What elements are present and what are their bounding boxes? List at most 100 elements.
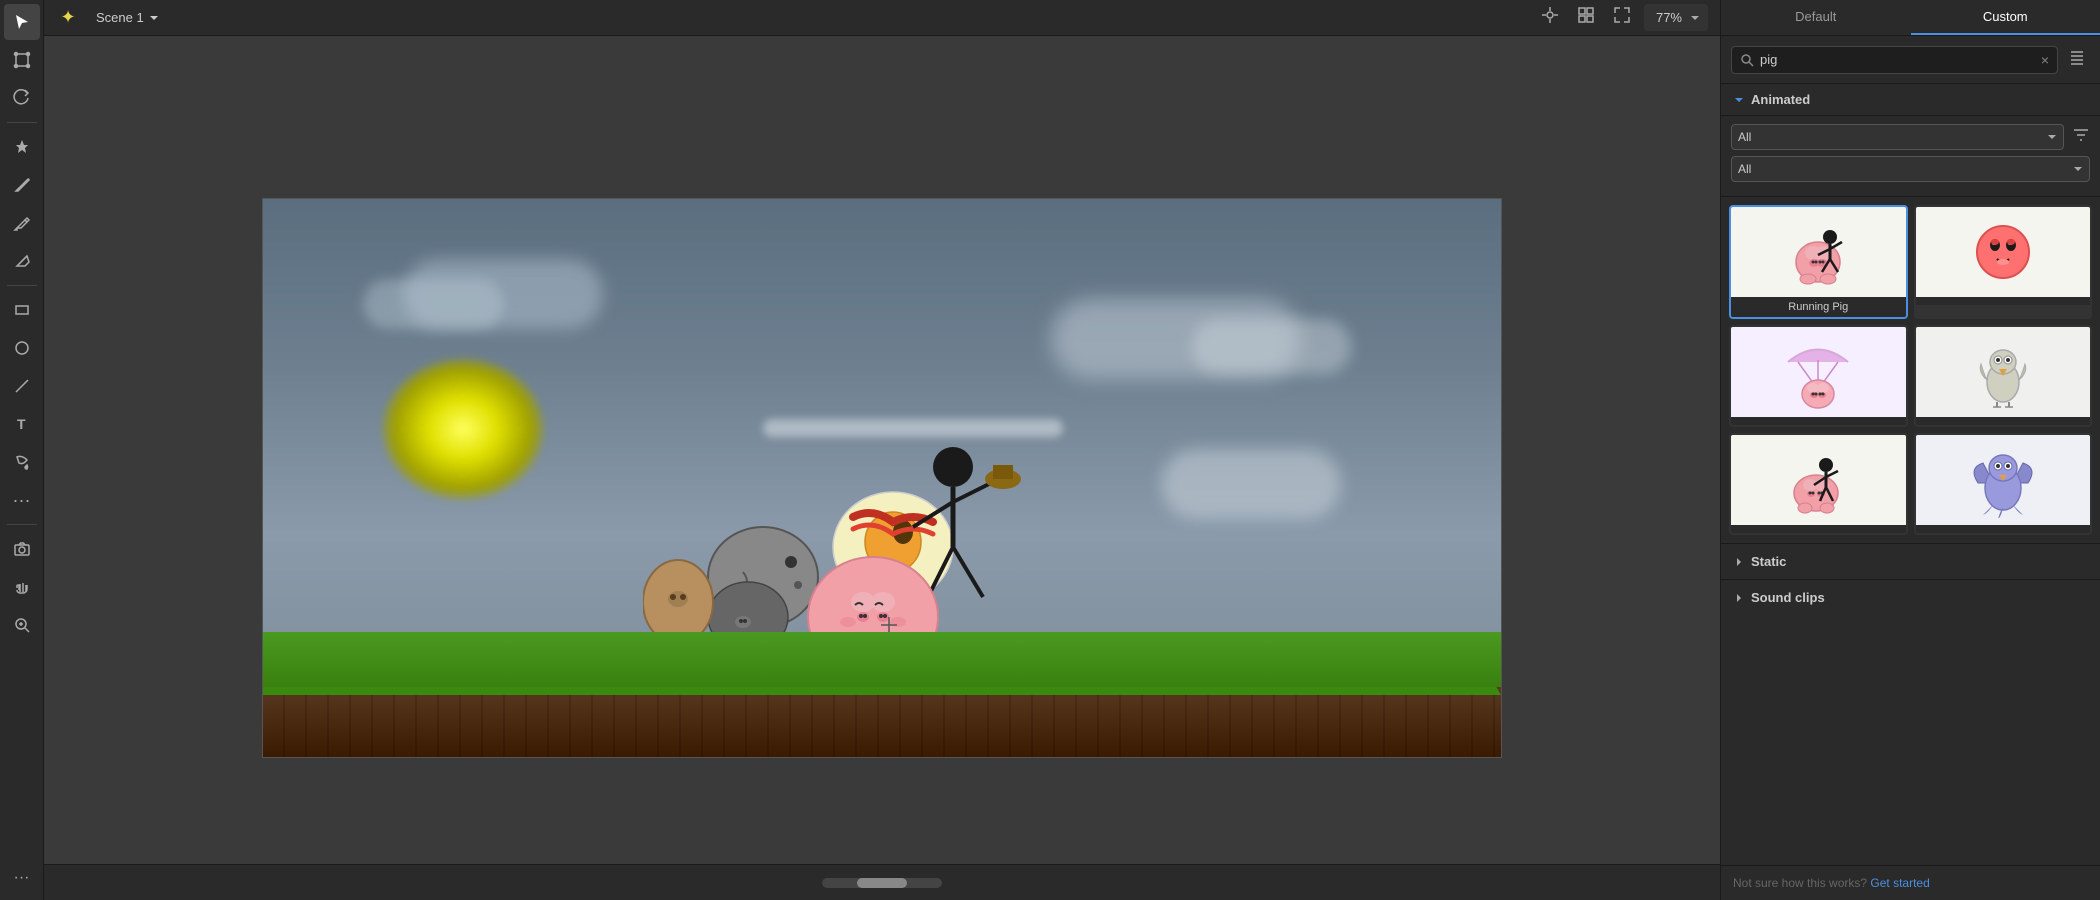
search-icon [1740, 53, 1754, 67]
grid-icon[interactable] [1572, 1, 1600, 34]
tool-hand[interactable] [4, 569, 40, 605]
cloud-5 [1161, 449, 1341, 519]
topbar-icons: 77% [1536, 1, 1708, 34]
asset-thumb-pig-parachute [1731, 327, 1906, 417]
animated-section-header[interactable]: Animated [1721, 84, 2100, 116]
scene-selector[interactable]: Scene 1 [88, 6, 168, 29]
asset-label-pig-rider [1731, 525, 1906, 533]
sound-clips-section-header[interactable]: Sound clips [1721, 579, 2100, 615]
asset-label-pink-ball [1916, 297, 2091, 305]
canvas-area [44, 36, 1720, 864]
pig-rider-preview [1778, 443, 1858, 518]
tool-camera[interactable] [4, 531, 40, 567]
snap-icon[interactable] [1536, 1, 1564, 34]
left-toolbar: T ··· ··· [0, 0, 44, 900]
filter-select-1[interactable]: All [1731, 124, 2064, 150]
search-box: × [1731, 46, 2058, 74]
horizontal-scrollbar[interactable] [822, 878, 942, 888]
tool-pen[interactable] [4, 205, 40, 241]
scene-name: Scene 1 [96, 10, 144, 25]
animated-section-label: Animated [1751, 92, 1810, 107]
asset-grid: Running Pig [1721, 197, 2100, 543]
right-panel: Default Custom × Animated All [1720, 0, 2100, 900]
asset-pig-parachute[interactable] [1729, 325, 1908, 427]
bird-robot-preview [1963, 332, 2043, 412]
characters-svg [643, 347, 1143, 647]
asset-label-running-pig: Running Pig [1731, 297, 1906, 317]
tool-more1[interactable]: ··· [4, 482, 40, 518]
tool-more2[interactable]: ··· [4, 860, 40, 896]
static-section-label: Static [1751, 554, 1786, 569]
sound-clips-chevron-icon [1733, 592, 1745, 604]
toolbar-divider-2 [7, 285, 37, 286]
blue-bird-preview [1963, 443, 2043, 518]
filter-icon[interactable] [2072, 126, 2090, 149]
right-panel-footer: Not sure how this works? Get started [1721, 865, 2100, 900]
static-chevron-icon [1733, 556, 1745, 568]
search-clear-button[interactable]: × [2041, 52, 2049, 68]
search-area: × [1721, 36, 2100, 84]
tool-rect[interactable] [4, 292, 40, 328]
tool-line[interactable] [4, 368, 40, 404]
filter-select-2[interactable]: All [1731, 156, 2090, 182]
tool-zoom[interactable] [4, 607, 40, 643]
tool-draw[interactable] [4, 167, 40, 203]
scrollbar-thumb[interactable] [857, 878, 907, 888]
explosion-effect [383, 359, 543, 499]
toolbar-divider-3 [7, 524, 37, 525]
list-view-toggle[interactable] [2064, 44, 2090, 75]
fit-icon[interactable] [1608, 1, 1636, 34]
cloud-2 [363, 279, 503, 329]
asset-thumb-pink-ball [1916, 207, 2091, 297]
asset-label-pig-parachute [1731, 417, 1906, 425]
cloud-4 [1191, 319, 1351, 374]
filter-row-2: All [1731, 156, 2090, 182]
tool-circle[interactable] [4, 330, 40, 366]
tool-transform[interactable] [4, 42, 40, 78]
main-area: ✦ Scene 1 77% [44, 0, 1720, 900]
asset-thumb-blue-bird [1916, 435, 2091, 525]
right-panel-tabs: Default Custom [1721, 0, 2100, 36]
tool-rotate[interactable] [4, 80, 40, 116]
pig-parachute-preview [1778, 332, 1858, 412]
asset-thumb-running-pig [1731, 207, 1906, 297]
tool-eraser[interactable] [4, 243, 40, 279]
toolbar-divider-1 [7, 122, 37, 123]
tool-text[interactable]: T [4, 406, 40, 442]
asset-pink-ball[interactable] [1914, 205, 2093, 319]
asset-running-pig[interactable]: Running Pig [1729, 205, 1908, 319]
zoom-value: 77% [1652, 6, 1686, 29]
search-input[interactable] [1760, 52, 2035, 67]
asset-blue-bird[interactable] [1914, 433, 2093, 535]
get-started-link[interactable]: Get started [1870, 876, 1929, 890]
tool-select[interactable] [4, 4, 40, 40]
scene-canvas [262, 198, 1502, 758]
pink-ball-preview [1963, 217, 2043, 287]
dirt-layer [263, 685, 1501, 757]
zoom-control[interactable]: 77% [1644, 4, 1708, 31]
asset-pig-rider[interactable] [1729, 433, 1908, 535]
svg-text:T: T [17, 416, 26, 432]
footer-text: Not sure how this works? [1733, 876, 1867, 890]
filter-row-1: All [1731, 124, 2090, 150]
animated-chevron-icon [1733, 94, 1745, 106]
asset-label-blue-bird [1916, 525, 2091, 533]
tab-custom[interactable]: Custom [1911, 0, 2100, 35]
bottom-bar [44, 864, 1720, 900]
tool-paint[interactable] [4, 444, 40, 480]
top-bar: ✦ Scene 1 77% [44, 0, 1720, 36]
asset-bird-robot[interactable] [1914, 325, 2093, 427]
running-pig-preview [1778, 217, 1858, 287]
filter-area: All All [1721, 116, 2100, 197]
static-section-header[interactable]: Static [1721, 543, 2100, 579]
tab-default[interactable]: Default [1721, 0, 1911, 35]
ground-layer [263, 637, 1501, 757]
scene-background [263, 199, 1501, 757]
asset-thumb-bird-robot [1916, 327, 2091, 417]
tool-pin[interactable] [4, 129, 40, 165]
grass-green [263, 632, 1501, 687]
app-logo: ✦ [56, 6, 80, 30]
dirt-detail [263, 685, 1501, 757]
asset-thumb-pig-rider [1731, 435, 1906, 525]
asset-label-bird-robot [1916, 417, 2091, 425]
